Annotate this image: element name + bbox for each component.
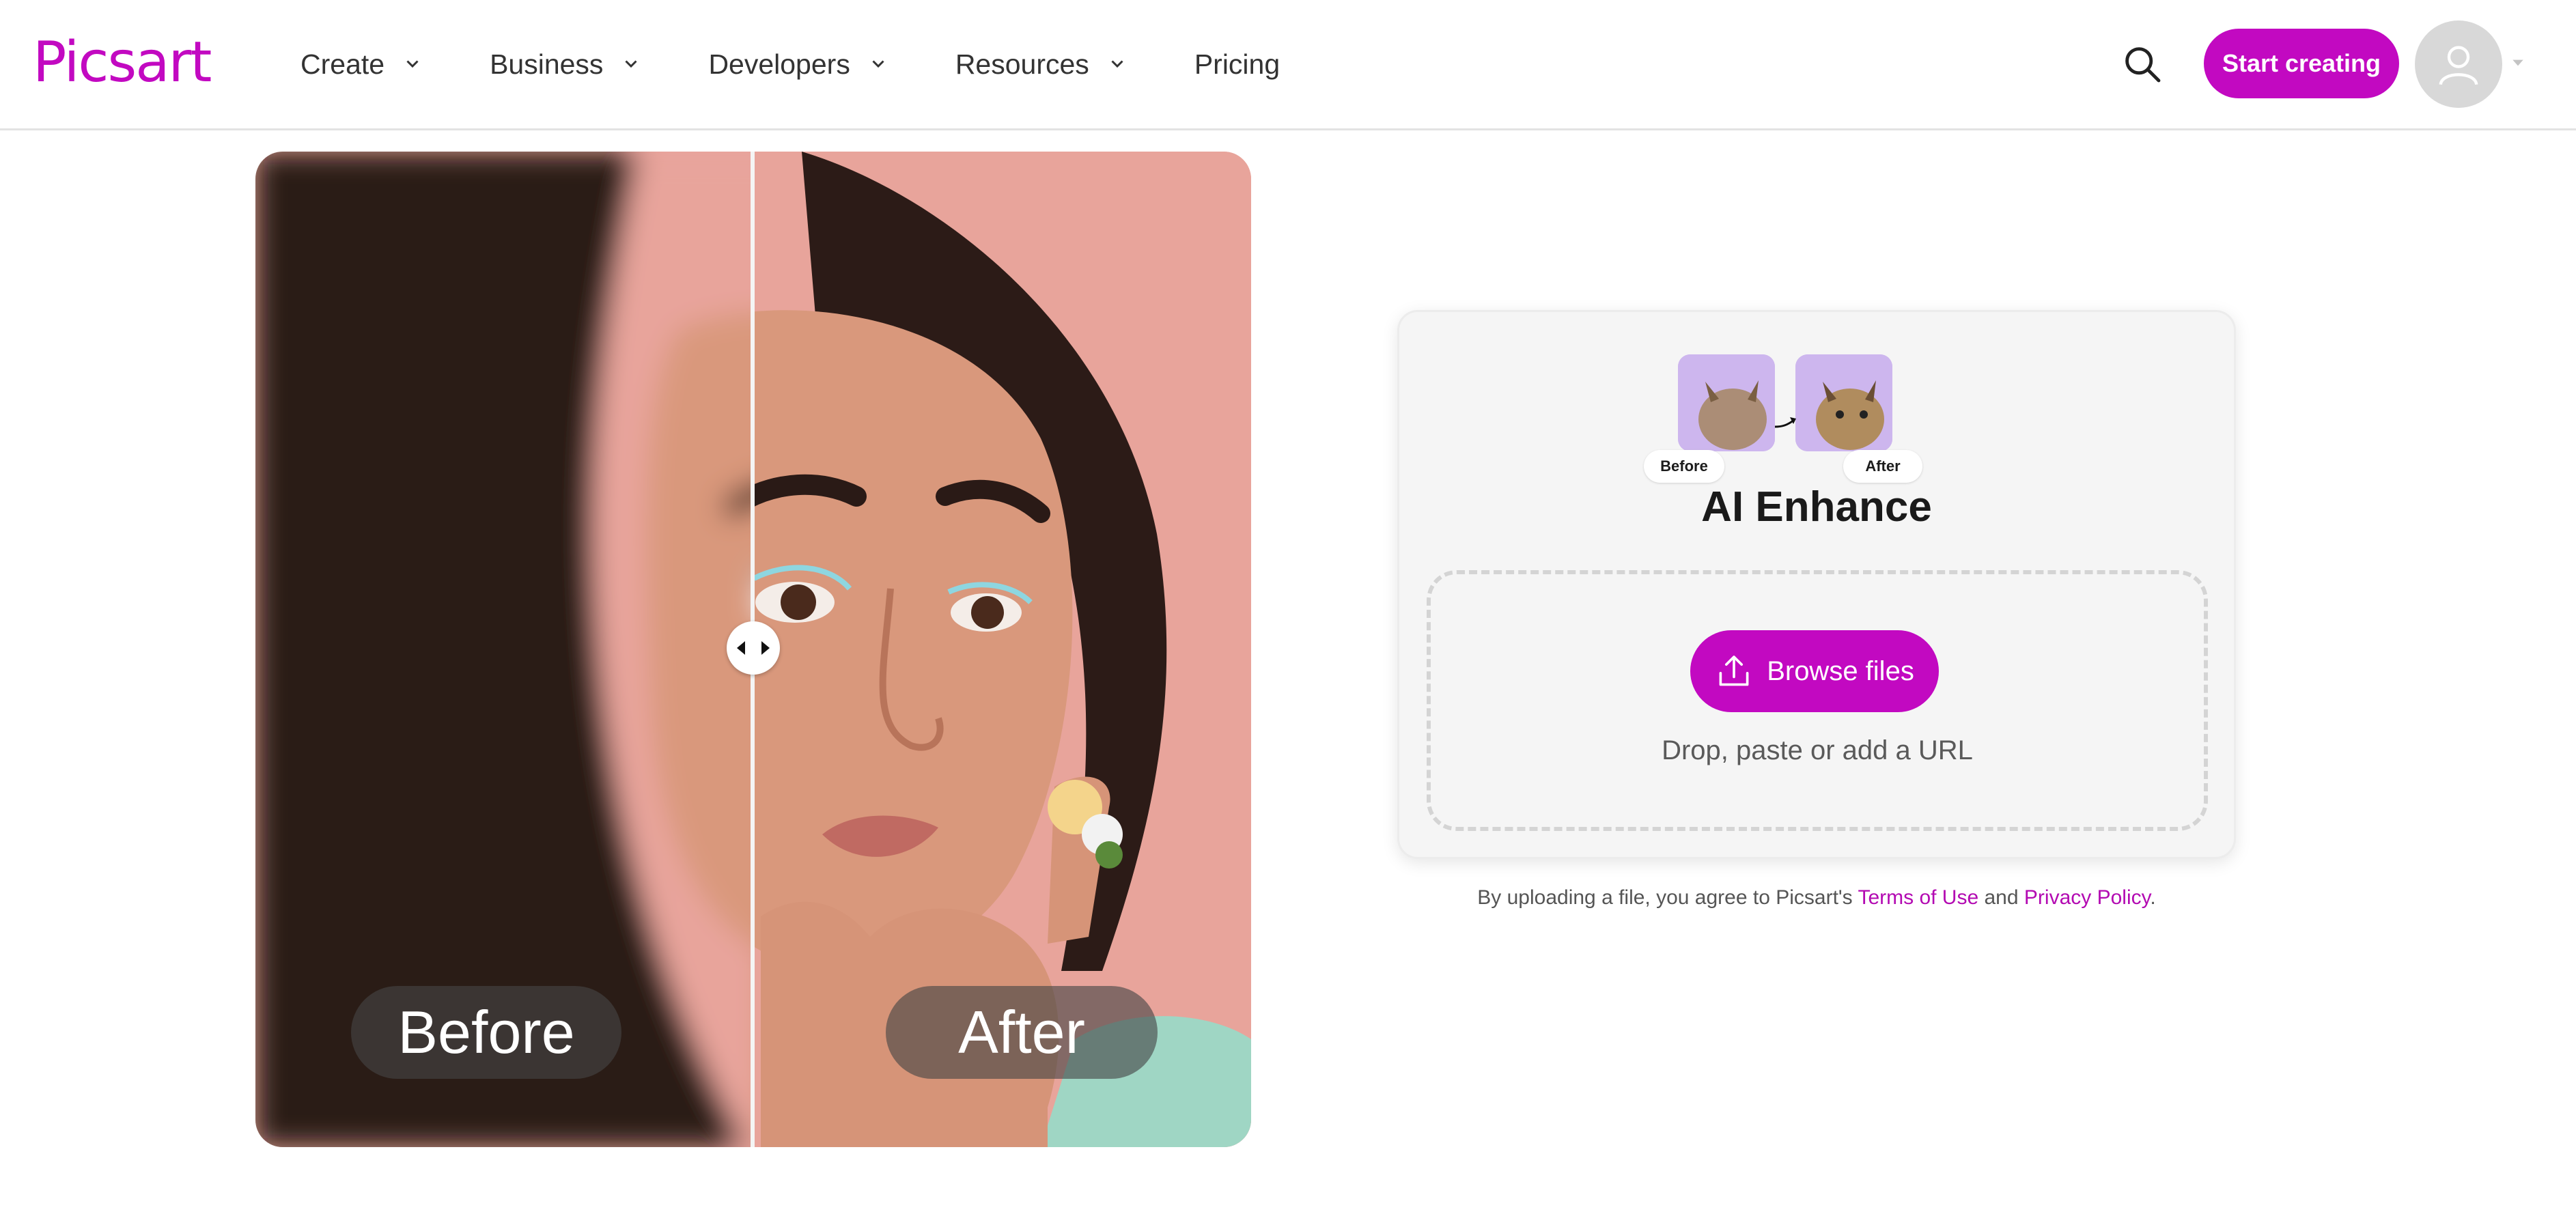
upload-icon [1719, 655, 1749, 686]
nav-pricing-label: Pricing [1194, 48, 1280, 80]
nav-create[interactable]: Create [300, 48, 423, 81]
browse-files-button[interactable]: Browse files [1690, 630, 1939, 712]
caret-down-icon[interactable] [2510, 57, 2525, 68]
preview-thumbnails: Before After [1644, 354, 1965, 483]
nav-create-label: Create [300, 48, 385, 80]
legal-and: and [1984, 886, 2019, 909]
before-after-comparison[interactable]: Before After [255, 152, 1251, 1147]
preview-before-tag: Before [1644, 450, 1724, 483]
terms-of-use-link[interactable]: Terms of Use [1858, 886, 1978, 909]
tool-title: AI Enhance [1701, 483, 1932, 531]
preview-after-tag: After [1843, 450, 1922, 483]
legal-prefix: By uploading a file, you agree to Picsar… [1477, 886, 1853, 909]
nav-business[interactable]: Business [490, 48, 641, 81]
comparison-drag-handle[interactable] [727, 621, 780, 675]
legal-notice: By uploading a file, you agree to Picsar… [1397, 886, 2236, 909]
nav-business-label: Business [490, 48, 604, 80]
nav-pricing[interactable]: Pricing [1194, 48, 1280, 81]
upload-card: Before After AI Enhance Browse files Dro… [1397, 310, 2236, 859]
dog-image [1795, 354, 1892, 451]
before-label: Before [351, 986, 621, 1079]
file-dropzone[interactable]: Browse files Drop, paste or add a URL [1427, 570, 2208, 831]
main-nav: Create Business Developers Resources Pri… [300, 0, 1347, 128]
after-label: After [886, 986, 1158, 1079]
chevron-down-icon [872, 60, 884, 68]
start-creating-button[interactable]: Start creating [2204, 29, 2399, 98]
arrow-right-icon [1774, 417, 1796, 428]
chevron-down-icon [406, 60, 419, 68]
user-icon [2439, 46, 2478, 85]
drop-hint: Drop, paste or add a URL [1662, 735, 1973, 765]
left-right-arrows-icon [737, 641, 770, 655]
nav-developers[interactable]: Developers [708, 48, 888, 81]
avatar[interactable] [2415, 20, 2502, 108]
dog-image [1678, 354, 1775, 451]
nav-resources-label: Resources [955, 48, 1089, 80]
chevron-down-icon [625, 60, 637, 68]
legal-suffix: . [2150, 886, 2156, 909]
preview-before-image [1678, 354, 1775, 451]
chevron-down-icon [1111, 60, 1123, 68]
picsart-logo[interactable]: Picsart [33, 30, 212, 95]
search-icon[interactable] [2120, 42, 2164, 86]
nav-resources[interactable]: Resources [955, 48, 1128, 81]
preview-after-image [1795, 354, 1892, 451]
nav-developers-label: Developers [708, 48, 850, 80]
browse-files-label: Browse files [1767, 655, 1914, 686]
privacy-policy-link[interactable]: Privacy Policy [2024, 886, 2150, 909]
top-navbar: Picsart Create Business Developers Resou… [0, 0, 2576, 130]
